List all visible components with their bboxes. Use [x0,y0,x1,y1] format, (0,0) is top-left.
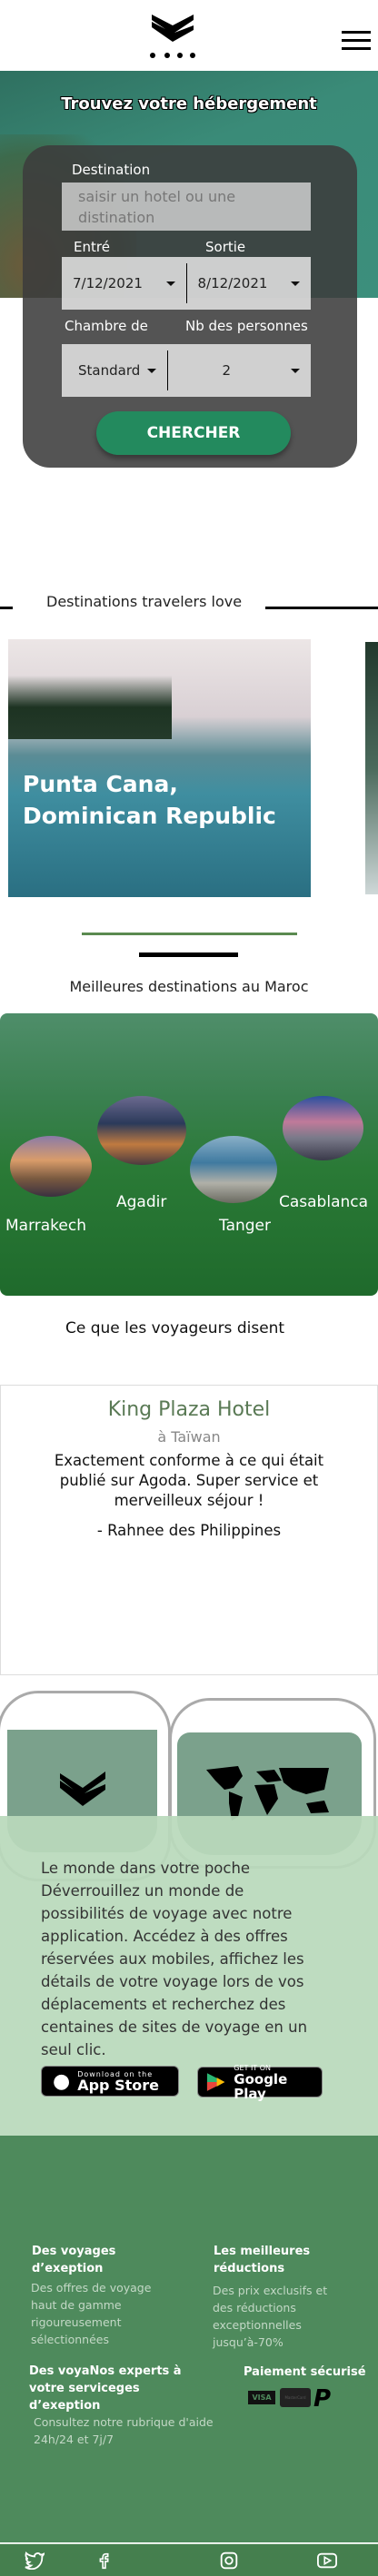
divider [265,607,378,609]
app-promo-text: Le monde dans votre poche Déverrouillez … [41,1857,332,2061]
mastercard-icon: MasterCard [280,2388,311,2407]
badge-big-text: App Store [77,2076,159,2094]
review-author: - Rahnee des Philippines [96,1522,282,1539]
logo[interactable] [145,5,200,60]
caret-down-icon [291,368,300,373]
badge-big-text: Google Play [234,2070,288,2102]
checkin-value: 7/12/2021 [73,275,143,291]
search-button[interactable]: CHERCHER [96,411,291,455]
twitter-icon[interactable] [25,2551,45,2570]
city-image-casablanca[interactable] [283,1096,363,1160]
hotel-name: King Plaza Hotel [107,1398,271,1421]
footer-col2-title: Les meilleures réductions [214,2245,311,2275]
checkin-select[interactable]: 7/12/2021 [62,257,186,310]
footer-col3-title: Des voyaNos experts à votre serviceges d… [29,2364,182,2413]
maroc-banner: Marrakech Agadir Tanger Casablanca [0,1013,378,1296]
room-select[interactable]: Standard [62,344,167,397]
footer-col4-title: Paiement sécurisé [244,2365,366,2379]
testimonial-card: King Plaza Hotel à Taïwan Exactement con… [0,1385,378,1675]
checkout-label: Sortie [205,239,246,255]
logo-icon [59,1771,105,1806]
city-image-marrakech[interactable] [10,1136,92,1197]
footer-col3-text: Consultez notre rubrique d'aide 24h/24 e… [34,2415,214,2446]
destination-label: Destination [72,162,151,178]
app-store-button[interactable]: ● Download on the App Store [41,2066,179,2097]
carousel-indicator [82,933,297,935]
checkout-value: 8/12/2021 [197,275,268,291]
city-label[interactable]: Agadir [116,1193,166,1211]
hamburger-icon[interactable] [342,31,371,51]
divider [139,952,238,957]
city-label[interactable]: Tanger [219,1217,271,1235]
google-play-button[interactable]: GET IT ON Google Play [197,2064,323,2101]
header [0,0,378,71]
caret-down-icon [165,281,175,286]
social-bar [0,2543,378,2576]
youtube-icon[interactable] [317,2551,337,2570]
city-label[interactable]: Casablanca [279,1193,368,1211]
app-promo-title: Le monde dans votre poche [41,1860,251,1877]
destination-card-next[interactable] [365,642,378,894]
caret-down-icon [291,281,300,286]
persons-select[interactable]: 2 [168,344,312,397]
reviews-title: Ce que les voyageurs disent [65,1319,285,1337]
instagram-icon[interactable] [219,2551,239,2570]
room-value: Standard [78,362,141,379]
footer-col1-title: Des voyages d’exeption [32,2245,116,2275]
footer-col2-text: Des prix exclusifs et des réductions exc… [213,2284,328,2349]
checkin-label: Entré [74,239,110,255]
hero-title: Trouvez votre hébergement [61,94,317,114]
persons-label: Nb des personnes [185,318,308,334]
divider [0,607,13,609]
city-image-tanger[interactable] [190,1136,277,1203]
review-quote: Exactement conforme à ce qui était publi… [54,1452,324,1509]
paypal-icon: P [313,2385,332,2413]
apple-icon: ● [53,2069,71,2093]
destination-card-title: Punta Cana, Dominican Republic [23,771,276,829]
google-play-icon [206,2073,225,2091]
city-image-agadir[interactable] [97,1096,186,1165]
visa-icon: VISA [248,2391,275,2404]
footer-col1-text: Des offres de voyage haut de gamme rigou… [31,2281,152,2346]
room-label: Chambre de [65,318,148,334]
date-row: 7/12/2021 8/12/2021 [62,257,311,310]
maroc-title: Meilleures destinations au Maroc [69,978,309,995]
checkout-select[interactable]: 8/12/2021 [187,257,312,310]
facebook-icon[interactable] [94,2551,114,2570]
logo-icon [150,15,195,58]
destination-card[interactable]: Punta Cana, Dominican Republic [8,639,311,897]
persons-value: 2 [222,362,232,379]
room-row: Standard 2 [62,344,311,397]
app-promo-body: Déverrouillez un monde de possibilités d… [41,1882,308,2058]
city-label[interactable]: Marrakech [5,1217,86,1235]
caret-down-icon [146,368,156,373]
destinations-title: Destinations travelers love [46,593,243,610]
hotel-location: à Taïwan [157,1428,221,1446]
destination-input[interactable]: saisir un hotel ou une distination [62,183,311,231]
